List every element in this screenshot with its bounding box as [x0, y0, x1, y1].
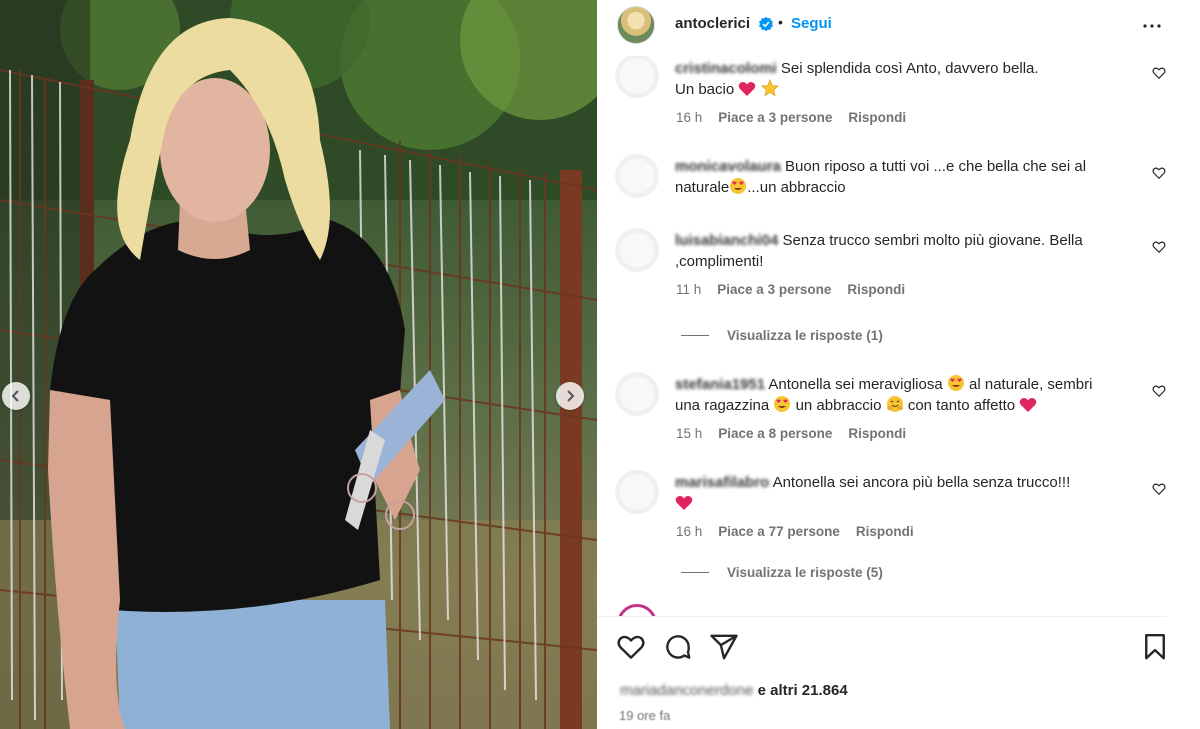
comment-meta: 11 h Piace a 3 persone Rispondi: [676, 282, 905, 297]
chevron-left-icon: [11, 390, 19, 402]
comment-body: Antonella sei meravigliosa: [768, 376, 943, 393]
comment-body-2: naturale: [675, 179, 730, 196]
commenter-username[interactable]: marisafilabro: [675, 474, 769, 491]
comment-like-heart-icon[interactable]: [1152, 166, 1166, 180]
hugging-face-emoji-icon: [886, 396, 903, 412]
commenter-avatar[interactable]: [615, 154, 659, 198]
commenter-username[interactable]: luisabianchi04: [675, 232, 778, 249]
commenter-avatar[interactable]: [615, 470, 659, 514]
verified-icon: [759, 16, 773, 32]
post-timestamp: 19 ore fa: [619, 708, 671, 723]
post-actions: [597, 628, 1200, 668]
comment-time: 15 h: [676, 426, 703, 441]
heart-icon[interactable]: [616, 632, 646, 662]
more-options-icon[interactable]: [1140, 14, 1164, 38]
comment-time: 16 h: [676, 524, 703, 539]
heart-eyes-emoji-icon: [730, 178, 747, 194]
comment-body-2: una ragazzina: [675, 397, 770, 414]
comment-body-2: Un bacio: [675, 81, 735, 98]
comment-text: stefania1951 Antonella sei meravigliosa …: [675, 374, 1121, 416]
author-username[interactable]: antoclerici: [675, 15, 750, 32]
comment-like-heart-icon[interactable]: [1152, 482, 1166, 496]
comment-meta: 16 h Piace a 77 persone Rispondi: [676, 524, 914, 539]
view-replies-button[interactable]: Visualizza le risposte (1): [681, 328, 883, 343]
comment-likes[interactable]: Piace a 3 persone: [718, 110, 832, 125]
comment-time: 16 h: [676, 110, 703, 125]
comment-text: luisabianchi04 Senza trucco sembri molto…: [675, 230, 1121, 272]
actions-divider: [597, 616, 1167, 617]
comment-meta: 16 h Piace a 3 persone Rispondi: [676, 110, 906, 125]
comment-text: marisafilabro Antonella sei ancora più b…: [675, 472, 1121, 514]
comment-body: Senza trucco sembri molto più giovane. B…: [782, 232, 1083, 249]
comment-like-heart-icon[interactable]: [1152, 384, 1166, 398]
comment-likes[interactable]: Piace a 8 persone: [718, 426, 832, 441]
commenter-avatar[interactable]: [615, 56, 659, 98]
comment-like-heart-icon[interactable]: [1152, 240, 1166, 254]
header-separator: •: [778, 14, 783, 30]
heart-eyes-emoji-icon: [947, 375, 964, 391]
view-replies-button[interactable]: Visualizza le risposte (5): [681, 565, 883, 580]
comment-body-b: al naturale, sembri: [969, 376, 1093, 393]
comment-time: 11 h: [676, 282, 702, 297]
comment-body-3: un abbraccio: [795, 397, 882, 414]
reply-button[interactable]: Rispondi: [847, 282, 905, 297]
author-avatar[interactable]: [617, 6, 655, 44]
comment-text: cristinacolomi Sei splendida così Anto, …: [675, 58, 1121, 100]
comment-likes[interactable]: Piace a 77 persone: [718, 524, 840, 539]
view-replies-line: [681, 572, 709, 573]
comment-meta: 15 h Piace a 8 persone Rispondi: [676, 426, 906, 441]
reply-button[interactable]: Rispondi: [848, 110, 906, 125]
comment-like-heart-icon[interactable]: [1152, 66, 1166, 80]
carousel-prev-button[interactable]: [2, 382, 30, 410]
liked-by-user[interactable]: mariadanconerdone: [620, 682, 753, 699]
comment-body-3: ...un abbraccio: [747, 179, 846, 196]
share-icon[interactable]: [709, 632, 739, 662]
comment-text: monicavolaura Buon riposo a tutti voi ..…: [675, 156, 1121, 198]
view-replies-label: Visualizza le risposte (1): [727, 328, 883, 343]
star-emoji-icon: [760, 79, 779, 97]
commenter-avatar[interactable]: [617, 604, 657, 616]
comment-body: Antonella sei ancora più bella senza tru…: [772, 474, 1071, 491]
red-heart-emoji-icon: [1020, 398, 1037, 412]
commenter-username[interactable]: cristinacolomi: [675, 60, 777, 77]
commenter-avatar[interactable]: [615, 372, 659, 416]
view-replies-line: [681, 335, 709, 336]
follow-button[interactable]: Segui: [791, 15, 832, 32]
red-heart-emoji-icon: [739, 82, 756, 96]
reply-button[interactable]: Rispondi: [848, 426, 906, 441]
view-replies-label: Visualizza le risposte (5): [727, 565, 883, 580]
comment-body: Buon riposo a tutti voi ...e che bella c…: [785, 158, 1087, 175]
commenter-avatar[interactable]: [615, 228, 659, 272]
likes-summary[interactable]: mariadanconerdone e altri 21.864: [620, 682, 848, 699]
comment-body-2: ,complimenti!: [675, 253, 764, 270]
comment-likes[interactable]: Piace a 3 persone: [717, 282, 831, 297]
liked-by-rest[interactable]: e altri 21.864: [758, 682, 848, 699]
post-side-panel: antoclerici • Segui cristinacolomi Sei s…: [597, 0, 1200, 729]
post-photo: [0, 0, 597, 729]
save-icon[interactable]: [1140, 632, 1170, 662]
carousel-next-button[interactable]: [556, 382, 584, 410]
comment-body: Sei splendida così Anto, davvero bella.: [780, 60, 1039, 77]
chevron-right-icon: [567, 390, 575, 402]
red-heart-emoji-icon: [675, 496, 693, 510]
reply-button[interactable]: Rispondi: [856, 524, 914, 539]
commenter-username[interactable]: monicavolaura: [675, 158, 781, 175]
comment-icon[interactable]: [663, 632, 693, 662]
comment-body-4: con tanto affetto: [907, 397, 1016, 414]
post-header: antoclerici • Segui: [597, 0, 1200, 52]
heart-eyes-emoji-icon: [774, 396, 791, 412]
comments-list[interactable]: cristinacolomi Sei splendida così Anto, …: [597, 56, 1200, 616]
photo-scene: [0, 0, 597, 729]
commenter-username[interactable]: stefania1951: [675, 376, 765, 393]
